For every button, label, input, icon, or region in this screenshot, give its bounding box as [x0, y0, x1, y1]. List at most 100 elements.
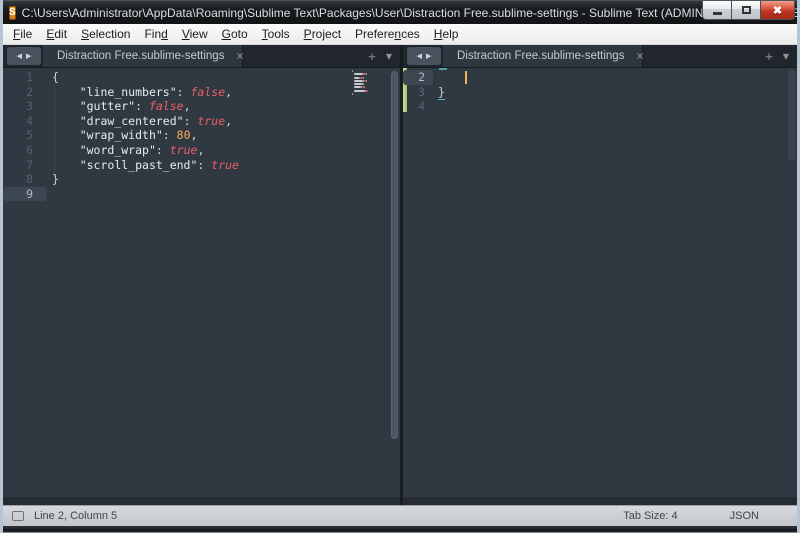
caret-position: Line 2, Column 5: [34, 510, 117, 522]
tab-label: Distraction Free.sublime-settings: [457, 50, 624, 62]
window-title: C:\Users\Administrator\AppData\Roaming\S…: [22, 6, 800, 20]
new-tab-icon[interactable]: +: [368, 49, 376, 64]
tabbar-right: ◀ ▶ Distraction Free.sublime-settings × …: [403, 45, 797, 68]
editor-right[interactable]: 234 }: [403, 68, 797, 497]
menu-goto[interactable]: Goto: [215, 25, 255, 43]
bracket-match-underline: [439, 68, 447, 70]
pane-left: ◀ ▶ Distraction Free.sublime-settings × …: [3, 45, 400, 505]
line-number: 2: [403, 70, 433, 85]
code-token: :: [177, 85, 191, 99]
tab-actions-left: + ▼: [368, 45, 400, 67]
code-token: :: [156, 143, 170, 157]
code-line[interactable]: "gutter": false,: [47, 99, 400, 114]
tab-back-icon: ◀: [17, 52, 22, 60]
minimap-left[interactable]: [352, 70, 386, 100]
code-token: "wrap_width": [80, 128, 163, 142]
code-line[interactable]: "word_wrap": true,: [47, 143, 400, 158]
code-right[interactable]: }: [433, 70, 797, 497]
code-line[interactable]: [433, 99, 797, 114]
tab-overflow-icon[interactable]: ▼: [783, 52, 789, 61]
close-icon: ✖: [773, 4, 782, 17]
menu-view[interactable]: View: [175, 25, 215, 43]
menu-find[interactable]: Find: [137, 25, 174, 43]
text-cursor: [465, 71, 467, 84]
code-left[interactable]: { "line_numbers": false, "gutter": false…: [47, 70, 400, 497]
tab-size-indicator[interactable]: Tab Size: 4: [623, 510, 677, 522]
sublime-logo-icon: S: [9, 6, 16, 20]
code-token: :: [163, 128, 177, 142]
code-token: {: [52, 70, 59, 84]
tab-forward-icon: ▶: [26, 52, 31, 60]
maximize-button[interactable]: [731, 1, 761, 20]
code-line[interactable]: [433, 70, 797, 85]
code-token: "draw_centered": [80, 114, 184, 128]
tab-forward-icon: ▶: [426, 52, 431, 60]
code-token: false: [149, 99, 184, 113]
code-line[interactable]: {: [47, 70, 400, 85]
line-number: 9: [3, 187, 47, 202]
menu-selection[interactable]: Selection: [74, 25, 137, 43]
minimize-icon: [713, 12, 722, 15]
code-token: ,: [225, 85, 232, 99]
menu-help[interactable]: Help: [427, 25, 466, 43]
scrollbar-thumb-left[interactable]: [391, 71, 398, 439]
code-token: [52, 128, 80, 142]
gutter-right: 234: [403, 70, 433, 497]
code-line[interactable]: "scroll_past_end": true: [47, 158, 400, 173]
line-number: 2: [3, 85, 47, 100]
code-token: [52, 85, 80, 99]
window-controls: ✖: [703, 1, 795, 20]
close-button[interactable]: ✖: [760, 1, 795, 20]
tab-actions-right: + ▼: [765, 45, 797, 67]
new-tab-icon[interactable]: +: [765, 49, 773, 64]
menu-file[interactable]: File: [6, 25, 39, 43]
menu-bar: FileEditSelectionFindViewGotoToolsProjec…: [3, 24, 797, 45]
menu-project[interactable]: Project: [297, 25, 348, 43]
tab-back-icon: ◀: [417, 52, 422, 60]
menu-edit[interactable]: Edit: [39, 25, 74, 43]
code-token: :: [184, 114, 198, 128]
tab-close-icon[interactable]: ×: [236, 49, 243, 63]
line-number: 3: [3, 99, 47, 114]
code-line[interactable]: }: [433, 85, 797, 100]
line-number: 7: [3, 158, 47, 173]
titlebar[interactable]: S C:\Users\Administrator\AppData\Roaming…: [3, 0, 797, 24]
menu-preferences[interactable]: Preferences: [348, 25, 427, 43]
tab-distraction-free-right[interactable]: Distraction Free.sublime-settings ×: [443, 45, 643, 67]
code-token: [52, 99, 80, 113]
tab-label: Distraction Free.sublime-settings: [57, 50, 224, 62]
code-token: }: [438, 85, 445, 100]
editor-left[interactable]: 123456789 { "line_numbers": false, "gutt…: [3, 68, 400, 497]
tab-close-icon[interactable]: ×: [636, 49, 643, 63]
maximize-icon: [742, 6, 751, 14]
tab-scroll-arrows[interactable]: ◀ ▶: [407, 47, 441, 65]
code-token: ,: [191, 128, 198, 142]
code-line[interactable]: "line_numbers": false,: [47, 85, 400, 100]
code-token: [52, 158, 80, 172]
code-token: "line_numbers": [80, 85, 177, 99]
syntax-indicator[interactable]: JSON: [730, 510, 759, 522]
code-token: :: [197, 158, 211, 172]
code-line[interactable]: "wrap_width": 80,: [47, 128, 400, 143]
tab-scroll-arrows[interactable]: ◀ ▶: [7, 47, 41, 65]
editor-workspace: ◀ ▶ Distraction Free.sublime-settings × …: [3, 45, 797, 505]
code-line[interactable]: "draw_centered": true,: [47, 114, 400, 129]
tab-distraction-free-left[interactable]: Distraction Free.sublime-settings ×: [43, 45, 243, 67]
tab-overflow-icon[interactable]: ▼: [386, 52, 392, 61]
minimize-button[interactable]: [702, 1, 732, 20]
code-token: }: [52, 172, 59, 186]
code-line[interactable]: [47, 187, 400, 202]
vintage-mode-icon[interactable]: [12, 511, 24, 521]
line-number: 5: [3, 128, 47, 143]
tabbar-left: ◀ ▶ Distraction Free.sublime-settings × …: [3, 45, 400, 68]
code-token: false: [191, 85, 226, 99]
code-token: :: [135, 99, 149, 113]
menu-tools[interactable]: Tools: [255, 25, 297, 43]
status-right: Tab Size: 4 JSON: [623, 510, 797, 522]
line-number: 4: [3, 114, 47, 129]
code-token: true: [211, 158, 239, 172]
scrollbar-thumb-right[interactable]: [788, 70, 795, 160]
code-line[interactable]: }: [47, 172, 400, 187]
sublime-text-window: S C:\Users\Administrator\AppData\Roaming…: [0, 0, 800, 533]
line-number: 8: [3, 172, 47, 187]
